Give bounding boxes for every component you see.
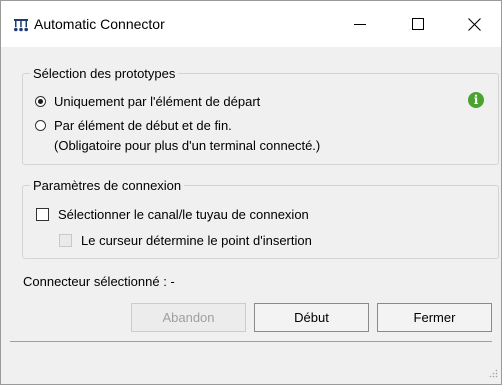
radio-start-element-button[interactable] xyxy=(35,96,46,107)
close-button[interactable] xyxy=(447,1,501,47)
resize-grip-icon[interactable] xyxy=(488,366,498,381)
abandon-button[interactable]: Abandon xyxy=(131,303,246,332)
radio-start-end-element[interactable]: Par élément de début et de fin. xyxy=(35,118,232,133)
cursor-insert-label: Le curseur détermine le point d'insertio… xyxy=(81,233,312,248)
maximize-button[interactable] xyxy=(391,1,445,47)
automatic-connector-window: Automatic Connector Sélection des protot… xyxy=(0,0,502,385)
connection-legend: Paramètres de connexion xyxy=(33,178,182,193)
radio-start-end-element-label: Par élément de début et de fin. xyxy=(54,118,232,133)
select-channel-checkbox-row[interactable]: Sélectionner le canal/le tuyau de connex… xyxy=(36,207,309,222)
start-button[interactable]: Début xyxy=(254,303,369,332)
bottom-separator xyxy=(10,341,492,342)
radio-start-element[interactable]: Uniquement par l'élément de départ xyxy=(35,94,260,109)
radio-start-end-element-button[interactable] xyxy=(35,120,46,131)
window-title: Automatic Connector xyxy=(34,16,165,32)
prototypes-legend: Sélection des prototypes xyxy=(33,66,176,81)
select-channel-label: Sélectionner le canal/le tuyau de connex… xyxy=(58,207,309,222)
select-channel-checkbox[interactable] xyxy=(36,208,49,221)
minimize-button[interactable] xyxy=(333,1,387,47)
selected-connector-status: Connecteur sélectionné : - xyxy=(23,274,175,289)
maximize-icon xyxy=(412,18,424,30)
title-bar[interactable]: Automatic Connector xyxy=(1,1,501,47)
radio-start-end-note: (Obligatoire pour plus d'un terminal con… xyxy=(54,138,321,153)
close-dialog-button[interactable]: Fermer xyxy=(377,303,492,332)
info-icon: i xyxy=(468,92,484,108)
cursor-insert-checkbox-row[interactable]: Le curseur détermine le point d'insertio… xyxy=(59,233,312,248)
app-icon xyxy=(14,19,28,35)
close-icon xyxy=(467,17,481,31)
minimize-icon xyxy=(354,24,366,25)
cursor-insert-checkbox[interactable] xyxy=(59,234,72,247)
radio-start-element-label: Uniquement par l'élément de départ xyxy=(54,94,261,109)
